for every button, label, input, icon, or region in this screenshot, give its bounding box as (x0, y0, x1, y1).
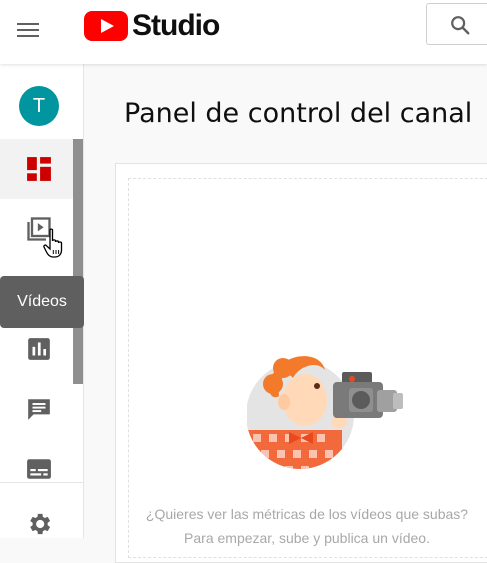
menu-icon[interactable] (16, 20, 40, 44)
sidebar-item-subtitles[interactable] (0, 439, 78, 499)
sidebar-item-dashboard[interactable] (0, 139, 78, 199)
top-bar: Studio (0, 0, 487, 64)
empty-state-line2: Para empezar, sube y publica un vídeo. (184, 530, 430, 546)
analytics-icon (28, 338, 50, 360)
empty-state-text: ¿Quieres ver las métricas de los vídeos … (127, 502, 487, 550)
tooltip: Vídeos (0, 276, 84, 328)
sidebar-item-comments[interactable] (0, 379, 78, 439)
sidebar-scrollbar[interactable] (73, 139, 83, 384)
search-input[interactable] (426, 3, 487, 45)
studio-logo[interactable]: Studio (84, 8, 220, 44)
empty-state-line1: ¿Quieres ver las métricas de los vídeos … (145, 506, 469, 522)
camera-operator-illustration (247, 356, 403, 469)
sidebar-divider (0, 482, 84, 483)
logo-text: Studio (132, 9, 220, 42)
settings-icon (30, 513, 51, 535)
subtitles-icon (27, 459, 51, 479)
search-icon[interactable] (449, 14, 471, 36)
sidebar-item-analytics[interactable] (0, 319, 78, 379)
avatar[interactable]: T (19, 86, 59, 126)
dashboard-icon (27, 157, 51, 181)
page-title: Panel de control del canal (124, 98, 473, 129)
sidebar-item-settings[interactable] (0, 494, 78, 554)
comments-icon (28, 399, 50, 420)
youtube-logo-icon (84, 11, 128, 41)
hand-cursor-icon (43, 228, 63, 258)
